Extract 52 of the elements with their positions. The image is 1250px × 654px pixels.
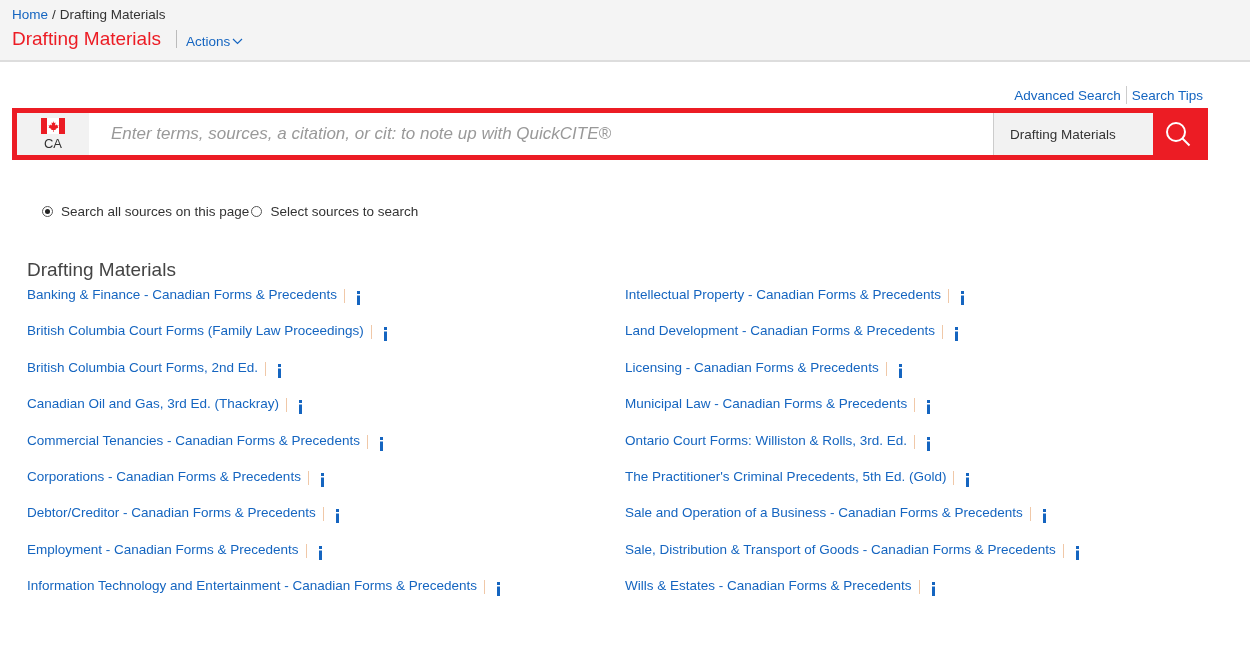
info-icon[interactable]: [334, 509, 340, 524]
radio-label[interactable]: Select sources to search: [270, 204, 419, 219]
source-link[interactable]: Employment - Canadian Forms & Precedents: [27, 541, 299, 557]
source-link[interactable]: Canadian Oil and Gas, 3rd Ed. (Thackray): [27, 396, 280, 412]
source-link[interactable]: Corporations - Canadian Forms & Precedents: [27, 468, 301, 484]
search-link[interactable]: Search Tips: [1131, 87, 1203, 103]
info-icon[interactable]: [355, 291, 361, 305]
info-icon[interactable]: [319, 472, 325, 487]
info-icon[interactable]: [897, 363, 903, 378]
flag-icon: [41, 117, 65, 134]
chevron-icon: [232, 37, 244, 45]
source-link[interactable]: The Practitioner's Criminal Precedents, 5th Ed. (Gold): [625, 468, 947, 484]
info-icon[interactable]: [930, 582, 936, 597]
info-icon[interactable]: [382, 327, 388, 342]
source-link[interactable]: British Columbia Court Forms, 2nd Ed.: [27, 359, 259, 375]
section-title: Drafting Materials: [27, 259, 177, 281]
source-link[interactable]: Commercial Tenancies - Canadian Forms & Precedents: [27, 432, 360, 448]
info-icon[interactable]: [277, 363, 283, 378]
info-icon[interactable]: [496, 582, 501, 597]
info-icon[interactable]: [317, 545, 323, 560]
source-link[interactable]: Intellectual Property - Canadian Forms & Precedents: [625, 287, 941, 302]
source-link[interactable]: Municipal Law - Canadian Forms & Precedents: [625, 396, 908, 412]
info-icon[interactable]: [926, 400, 932, 415]
search-field[interactable]: Enter terms, sources, a citation, or cit: to note up with QuickCITE®: [89, 113, 993, 155]
source-link[interactable]: Wills & Estates - Canadian Forms & Precedents: [625, 578, 912, 594]
source-link[interactable]: Ontario Court Forms: Williston & Rolls, 3rd. Ed.: [625, 432, 908, 448]
breadcrumb-current: Drafting Materials: [59, 7, 166, 22]
source-link[interactable]: Information Technology and Entertainment - Canadian Forms & Precedents: [27, 578, 477, 594]
info-icon[interactable]: [298, 400, 304, 415]
source-link[interactable]: Land Development - Canadian Forms & Precedents: [625, 323, 935, 339]
source-link[interactable]: Sale and Operation of a Business - Canadian Forms & Precedents: [625, 505, 1023, 521]
source-link[interactable]: Licensing - Canadian Forms & Precedents: [625, 359, 879, 375]
info-icon[interactable]: [1074, 545, 1080, 560]
scope-selector[interactable]: Drafting Materials: [993, 113, 1153, 155]
radio-label[interactable]: Search all sources on this page: [61, 204, 250, 219]
info-icon[interactable]: [378, 436, 384, 451]
info-icon[interactable]: [1041, 509, 1047, 524]
page-title: Drafting Materials: [12, 28, 161, 50]
source-link[interactable]: Debtor/Creditor - Canadian Forms & Precedents: [27, 505, 316, 521]
jurisdiction-selector[interactable]: CA: [17, 113, 89, 155]
actions-menu[interactable]: Actions: [185, 33, 244, 49]
info-icon[interactable]: [965, 472, 971, 487]
search-icon: [1164, 120, 1192, 148]
search-link[interactable]: Advanced Search: [1014, 87, 1121, 103]
breadcrumb-link[interactable]: Home: [12, 7, 48, 22]
source-link[interactable]: British Columbia Court Forms (Family Law Proceedings): [27, 323, 364, 339]
info-icon[interactable]: [953, 327, 959, 342]
info-icon[interactable]: [926, 436, 932, 451]
source-link[interactable]: Sale, Distribution & Transport of Goods - Canadian Forms & Precedents: [625, 541, 1056, 557]
info-icon[interactable]: [959, 291, 965, 305]
breadcrumb-separator: /: [52, 7, 56, 22]
source-link[interactable]: Banking & Finance - Canadian Forms & Precedents: [27, 287, 337, 302]
